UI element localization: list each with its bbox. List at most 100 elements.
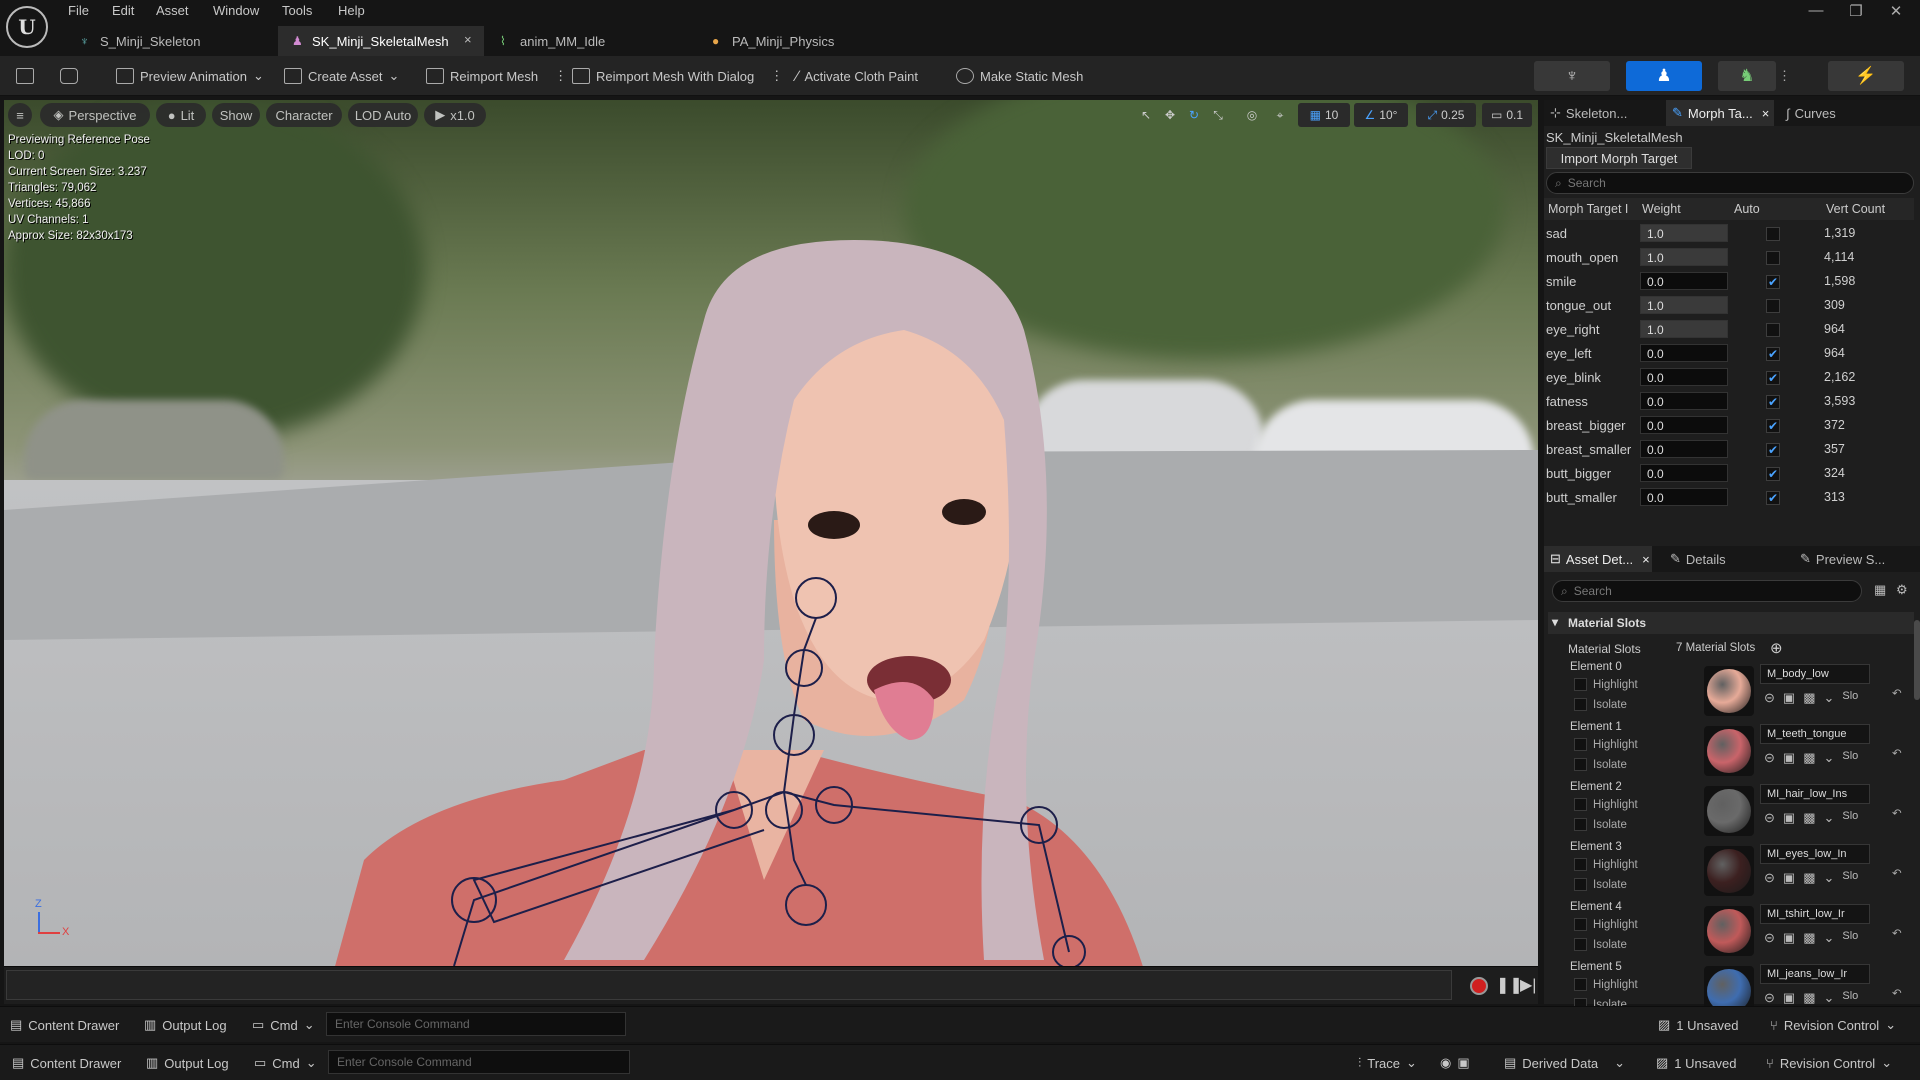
browse-button[interactable] [60,62,78,90]
isolate-checkbox[interactable]: Isolate [1574,878,1627,891]
auto-checkbox[interactable]: ✔ [1766,371,1780,385]
auto-checkbox[interactable]: ✔ [1766,491,1780,505]
activate-cloth-paint-button[interactable]: ∕ Activate Cloth Paint [796,62,918,90]
menu-file[interactable]: File [68,3,89,21]
material-slots-section[interactable]: ▾ Material Slots [1548,612,1914,634]
auto-checkbox[interactable] [1766,227,1780,241]
checker-icon[interactable]: ▩ [1803,930,1815,946]
checker-icon[interactable]: ▩ [1803,810,1815,826]
auto-checkbox[interactable]: ✔ [1766,443,1780,457]
material-dropdown[interactable]: MI_eyes_low_In [1760,844,1870,864]
viewport-menu-button[interactable]: ≡ [8,103,32,127]
material-thumbnail[interactable] [1704,726,1754,776]
tab-physics[interactable]: ● PA_Minji_Physics [698,26,918,56]
morph-row-mouth-open[interactable]: mouth_open 1.0 4,114 [1544,246,1914,270]
lod-button[interactable]: LOD Auto [348,103,418,127]
browse-icon[interactable]: ⊝ [1764,750,1775,766]
camera-speed-button[interactable]: ▭ 0.1 [1482,103,1532,127]
more-options-icon[interactable]: ⋮ [770,68,783,84]
details-scrollbar[interactable] [1914,620,1920,700]
chevron-down-icon[interactable]: ⌄ [1824,690,1835,706]
close-icon[interactable]: × [464,32,472,47]
highlight-checkbox[interactable]: Highlight [1574,978,1638,991]
create-asset-button[interactable]: Create Asset ⌄ [284,62,399,90]
unreal-logo-icon[interactable]: U [6,6,48,48]
menu-edit[interactable]: Edit [112,3,134,21]
weight-slider[interactable]: 0.0 [1640,464,1728,482]
weight-slider[interactable]: 1.0 [1640,320,1728,338]
add-slot-icon[interactable]: ⊕ [1770,639,1783,657]
record-trace-button[interactable]: ◉ ▣ [1440,1053,1470,1073]
folder-icon[interactable]: ▣ [1783,690,1795,706]
derived-data-button[interactable]: ▤ Derived Data ⌄ [1504,1053,1625,1073]
isolate-checkbox[interactable]: Isolate [1574,698,1627,711]
tab-skeleton-tree[interactable]: ⊹ Skeleton... [1544,100,1664,126]
output-log-button[interactable]: ▥ Output Log [144,1015,227,1035]
checker-icon[interactable]: ▩ [1803,750,1815,766]
highlight-checkbox[interactable]: Highlight [1574,858,1638,871]
rotate-mode-button[interactable]: ↻ [1182,103,1206,127]
browse-icon[interactable]: ⊝ [1764,690,1775,706]
save-button[interactable] [16,62,34,90]
tab-skeleton[interactable]: ♆ S_Minji_Skeleton [66,26,276,56]
reset-icon[interactable]: ↶ [1892,866,1902,880]
reimport-mesh-button[interactable]: Reimport Mesh ⋮ [426,62,567,90]
close-icon[interactable]: × [1762,106,1770,121]
viewport[interactable]: ≡ ◈ Perspective ● Lit Show Character LOD A… [4,100,1538,966]
morph-row-tongue-out[interactable]: tongue_out 1.0 309 [1544,294,1914,318]
morph-search-input[interactable]: ⌕ Search [1546,172,1914,194]
auto-checkbox[interactable]: ✔ [1766,419,1780,433]
header-auto[interactable]: Auto [1734,202,1760,216]
weight-slider[interactable]: 1.0 [1640,248,1728,266]
weight-slider[interactable]: 1.0 [1640,296,1728,314]
morph-row-eye-blink[interactable]: eye_blink 0.0 ✔ 2,162 [1544,366,1914,390]
more-options-icon[interactable]: ⋮ [1778,68,1791,84]
show-button[interactable]: Show [212,103,260,127]
grid-snap-button[interactable]: ▦ 10 [1298,103,1350,127]
browse-icon[interactable]: ⊝ [1764,810,1775,826]
morph-row-sad[interactable]: sad 1.0 1,319 [1544,222,1914,246]
highlight-checkbox[interactable]: Highlight [1574,918,1638,931]
content-drawer-button[interactable]: ▤ Content Drawer [12,1053,121,1073]
chevron-down-icon[interactable]: ⌄ [1824,990,1835,1006]
reset-icon[interactable]: ↶ [1892,926,1902,940]
material-dropdown[interactable]: MI_tshirt_low_Ir [1760,904,1870,924]
lit-button[interactable]: ● Lit [156,103,206,127]
material-thumbnail[interactable] [1704,666,1754,716]
auto-checkbox[interactable] [1766,299,1780,313]
weight-slider[interactable]: 0.0 [1640,440,1728,458]
material-dropdown[interactable]: MI_hair_low_Ins [1760,784,1870,804]
output-log-button[interactable]: ▥ Output Log [146,1053,229,1073]
morph-row-butt-smaller[interactable]: butt_smaller 0.0 ✔ 313 [1544,486,1914,510]
browse-icon[interactable]: ⊝ [1764,990,1775,1006]
physics-mode-button[interactable]: ⚡ [1828,61,1904,91]
tab-curves[interactable]: ∫ Curves [1780,100,1880,126]
mesh-mode-button[interactable]: ♟ [1626,61,1702,91]
tab-skeletal-mesh[interactable]: ♟ SK_Minji_SkeletalMesh × [278,26,484,56]
console-input[interactable]: Enter Console Command [326,1012,626,1036]
console-input[interactable]: Enter Console Command [328,1050,630,1074]
translate-mode-button[interactable]: ✥ [1158,103,1182,127]
morph-row-eye-right[interactable]: eye_right 1.0 964 [1544,318,1914,342]
reset-icon[interactable]: ↶ [1892,686,1902,700]
morph-row-breast-smaller[interactable]: breast_smaller 0.0 ✔ 357 [1544,438,1914,462]
tab-asset-details[interactable]: ⊟ Asset Det... × [1544,546,1652,572]
isolate-checkbox[interactable]: Isolate [1574,758,1627,771]
header-morph-target[interactable]: Morph Target I [1548,202,1628,216]
material-thumbnail[interactable] [1704,786,1754,836]
auto-checkbox[interactable]: ✔ [1766,347,1780,361]
unsaved-button[interactable]: ▨ 1 Unsaved [1658,1015,1738,1035]
auto-checkbox[interactable] [1766,323,1780,337]
playback-speed-button[interactable]: ▶ x1.0 [424,103,486,127]
highlight-checkbox[interactable]: Highlight [1574,738,1638,751]
material-thumbnail[interactable] [1704,906,1754,956]
morph-row-eye-left[interactable]: eye_left 0.0 ✔ 964 [1544,342,1914,366]
tab-details[interactable]: ✎ Details [1664,546,1764,572]
chevron-down-icon[interactable]: ⌄ [1824,930,1835,946]
surface-snap-button[interactable]: ⌖ [1268,103,1292,127]
scale-mode-button[interactable]: ⤡ [1206,103,1230,127]
perspective-button[interactable]: ◈ Perspective [40,103,150,127]
auto-checkbox[interactable] [1766,251,1780,265]
animation-mode-button[interactable]: ♞ [1718,61,1776,91]
make-static-mesh-button[interactable]: Make Static Mesh [956,62,1083,90]
